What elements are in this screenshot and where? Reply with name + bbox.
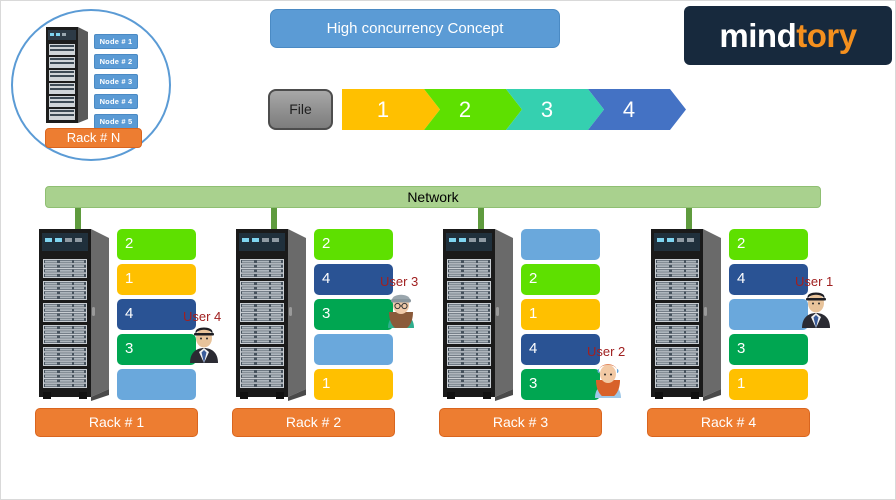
rack-3-label: Rack # 3 — [439, 408, 602, 437]
legend-node-1: Node # 1 — [94, 34, 138, 49]
page-title: High concurrency Concept — [270, 9, 560, 48]
rack-2-label: Rack # 2 — [232, 408, 395, 437]
legend-node-3: Node # 3 — [94, 74, 138, 89]
legend-node-1-label: Node # 1 — [99, 37, 133, 46]
rack-1-label: Rack # 1 — [35, 408, 198, 437]
rack-4-block-5-chunk-1[interactable]: 1 — [729, 369, 808, 400]
chevron-step-1-label: 1 — [376, 97, 390, 122]
rack-3-block-2-chunk-2[interactable]: 2 — [521, 264, 600, 295]
rack-1-block-1-chunk-2[interactable]: 2 — [117, 229, 196, 260]
user-label-user-1: User 1 — [795, 274, 834, 289]
avatar-user-3 — [388, 294, 414, 328]
rack-2-block-5-chunk-1[interactable]: 1 — [314, 369, 393, 400]
chevron-step-4-label: 4 — [622, 97, 636, 122]
brand-logo: mindtory — [684, 6, 892, 65]
legend-node-2-label: Node # 2 — [99, 57, 133, 66]
file-node[interactable]: File — [268, 89, 333, 130]
rack-3-block-3-chunk-1[interactable]: 1 — [521, 299, 600, 330]
chevron-step-1[interactable]: 1 — [342, 89, 440, 130]
rack-2-block-3-chunk-3[interactable]: 3 — [314, 299, 393, 330]
rack-image-2 — [236, 229, 306, 401]
chevron-step-3-label: 3 — [540, 97, 554, 122]
diagram-canvas: Node # 1 Node # 2 Node # 3 Node # 4 Node… — [0, 0, 896, 500]
rack-2-block-1-chunk-2[interactable]: 2 — [314, 229, 393, 260]
rack-image-1 — [39, 229, 109, 401]
legend-node-5: Node # 5 — [94, 114, 138, 129]
user-label-user-4: User 4 — [183, 309, 222, 324]
logo-text-accent: tory — [796, 17, 857, 54]
legend-rack-label: Rack # N — [45, 128, 142, 148]
rack-image-4 — [651, 229, 721, 401]
user-label-user-3: User 3 — [380, 274, 419, 289]
chevron-step-2-label: 2 — [458, 97, 472, 122]
legend-node-5-label: Node # 5 — [99, 117, 133, 126]
legend-node-2: Node # 2 — [94, 54, 138, 69]
rack-4-block-1-chunk-2[interactable]: 2 — [729, 229, 808, 260]
rack-3-blocks: 2143 — [521, 229, 600, 404]
avatar-user-4 — [190, 327, 218, 363]
rack-1-block-2-chunk-1[interactable]: 1 — [117, 264, 196, 295]
legend-rack-image — [46, 27, 88, 123]
legend-node-3-label: Node # 3 — [99, 77, 133, 86]
legend-node-4-label: Node # 4 — [99, 97, 133, 106]
legend-node-4: Node # 4 — [94, 94, 138, 109]
rack-4-block-4-chunk-3[interactable]: 3 — [729, 334, 808, 365]
rack-4-block-3-empty[interactable] — [729, 299, 808, 330]
rack-4-blocks: 2431 — [729, 229, 808, 404]
rack-image-3 — [443, 229, 513, 401]
avatar-user-1 — [802, 292, 830, 328]
rack-1-block-4-chunk-3[interactable]: 3 — [117, 334, 196, 365]
rack-2-blocks: 2431 — [314, 229, 393, 404]
rack-3-block-1-empty[interactable] — [521, 229, 600, 260]
network-bar: Network — [45, 186, 821, 208]
rack-2-block-4-empty[interactable] — [314, 334, 393, 365]
logo-text-primary: mind — [719, 17, 797, 54]
rack-4-label: Rack # 4 — [647, 408, 810, 437]
rack-3-block-5-chunk-3[interactable]: 3 — [521, 369, 600, 400]
avatar-user-2 — [595, 364, 621, 398]
rack-1-block-5-empty[interactable] — [117, 369, 196, 400]
user-label-user-2: User 2 — [587, 344, 626, 359]
